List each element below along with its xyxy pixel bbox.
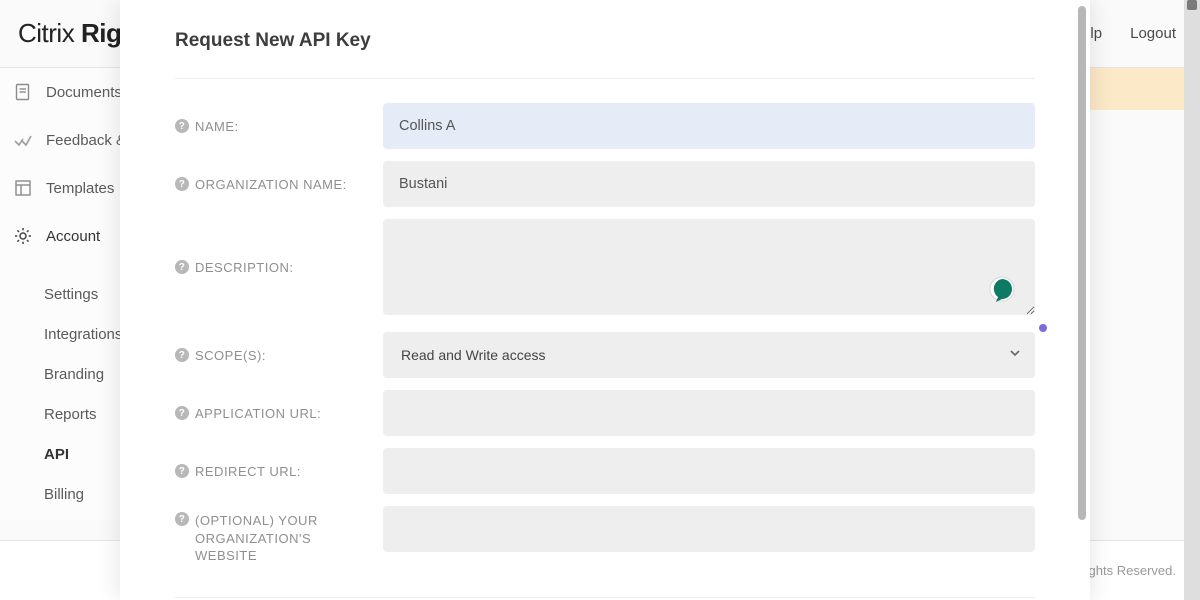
application-url-input[interactable] bbox=[383, 390, 1035, 436]
request-api-key-modal: Request New API Key ? NAME: ? ORGANIZATI… bbox=[120, 0, 1090, 600]
gear-icon bbox=[14, 227, 32, 245]
help-icon[interactable]: ? bbox=[175, 260, 189, 274]
description-input[interactable] bbox=[383, 219, 1035, 315]
template-icon bbox=[14, 179, 32, 197]
field-label-org: ORGANIZATION NAME: bbox=[195, 177, 347, 192]
help-icon[interactable]: ? bbox=[175, 119, 189, 133]
help-icon[interactable]: ? bbox=[175, 512, 189, 526]
logout-link[interactable]: Logout bbox=[1130, 25, 1176, 42]
field-label-appurl: APPLICATION URL: bbox=[195, 406, 321, 421]
org-name-input[interactable] bbox=[383, 161, 1035, 207]
redirect-url-input[interactable] bbox=[383, 448, 1035, 494]
doc-icon bbox=[14, 83, 32, 101]
field-label-scope: SCOPE(S): bbox=[195, 348, 266, 363]
scope-select[interactable]: Read and Write access bbox=[383, 332, 1035, 378]
sidebar-item-label: Documents bbox=[46, 84, 122, 101]
help-icon[interactable]: ? bbox=[175, 177, 189, 191]
field-label-name: NAME: bbox=[195, 119, 239, 134]
modal-title: Request New API Key bbox=[175, 30, 1035, 79]
api-key-form: ? NAME: ? ORGANIZATION NAME: bbox=[175, 79, 1035, 598]
resize-handle-icon[interactable] bbox=[1039, 324, 1047, 332]
help-icon[interactable]: ? bbox=[175, 464, 189, 478]
sidebar-item-label: Account bbox=[46, 228, 100, 245]
logo: Citrix Rig bbox=[18, 18, 121, 49]
modal-scrollbar[interactable] bbox=[1078, 6, 1086, 520]
help-icon[interactable]: ? bbox=[175, 348, 189, 362]
field-label-description: DESCRIPTION: bbox=[195, 260, 293, 275]
name-input[interactable] bbox=[383, 103, 1035, 149]
help-link[interactable]: lp bbox=[1090, 25, 1102, 42]
check-icon bbox=[14, 131, 32, 149]
field-label-redirect: REDIRECT URL: bbox=[195, 464, 301, 479]
help-icon[interactable]: ? bbox=[175, 406, 189, 420]
window-scrollbar[interactable] bbox=[1184, 0, 1200, 600]
sidebar-item-label: Templates bbox=[46, 180, 114, 197]
scrollbar-thumb[interactable] bbox=[1187, 0, 1197, 10]
org-website-input[interactable] bbox=[383, 506, 1035, 552]
field-label-website: (OPTIONAL) YOUR ORGANIZATION'S WEBSITE bbox=[195, 512, 367, 565]
chat-bubble-icon[interactable] bbox=[987, 275, 1017, 310]
